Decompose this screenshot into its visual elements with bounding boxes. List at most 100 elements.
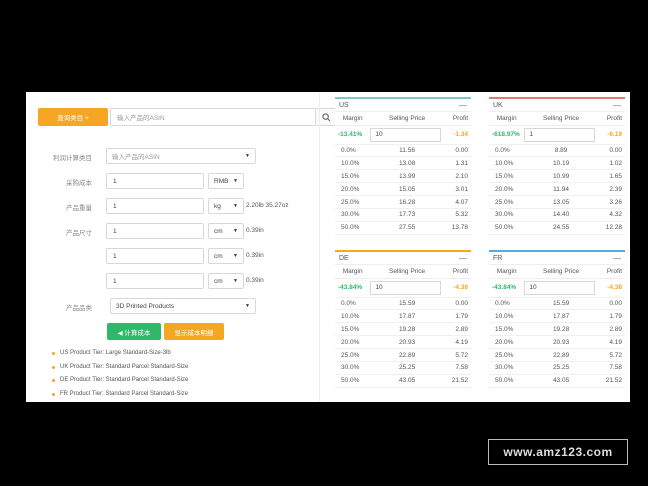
weight-input[interactable]: 1 xyxy=(106,198,204,214)
column-divider xyxy=(319,92,320,402)
table-row: 10.0% 10.19 1.02 xyxy=(489,156,625,171)
input-row: -13.41% 10 -1.34 xyxy=(335,125,471,145)
chevron-down-icon: ▼ xyxy=(233,178,238,184)
type-select[interactable]: 3D Printed Products ▼ xyxy=(110,298,256,314)
price-input[interactable]: 10 xyxy=(524,280,595,295)
table-row: 30.0% 17.73 5.32 xyxy=(335,208,471,222)
input-row: -618.97% 1 -6.19 xyxy=(489,125,625,145)
weight-unit-select[interactable]: kg ▼ xyxy=(208,198,244,214)
price-cell: 15.05 xyxy=(370,182,444,197)
collapse-icon[interactable]: — xyxy=(459,101,467,110)
table-row: 10.0% 17.87 1.79 xyxy=(335,309,471,324)
price-cell: 11.94 xyxy=(524,182,598,197)
price-header: Selling Price xyxy=(370,265,444,279)
table-row: 0.0% 15.59 0.00 xyxy=(489,297,625,311)
price-cell: 22.89 xyxy=(524,348,598,362)
margin-cell: 15.0% xyxy=(335,169,371,184)
price-cell: 22.89 xyxy=(370,348,444,362)
margin-cell: 25.0% xyxy=(489,195,525,209)
price-cell: 11.56 xyxy=(370,144,444,158)
margin-cell: 50.0% xyxy=(335,374,371,388)
height-unit-select[interactable]: cm ▼ xyxy=(208,273,244,289)
profit-table: Margin Selling Price Profit -13.41% 10 -… xyxy=(335,112,471,235)
margin-cell: 10.0% xyxy=(335,156,371,171)
length-input[interactable]: 1 xyxy=(106,223,204,239)
card-header: UK — xyxy=(489,99,625,112)
price-input[interactable]: 10 xyxy=(370,127,441,142)
table-row: 50.0% 43.05 21.52 xyxy=(489,374,625,388)
input-margin: -43.84% xyxy=(489,278,525,298)
chevron-down-icon: ▼ xyxy=(233,253,238,259)
input-profit: -4.38 xyxy=(443,278,471,298)
table-row: 50.0% 24.55 12.28 xyxy=(489,221,625,235)
margin-cell: 15.0% xyxy=(335,322,371,337)
table-row: 15.0% 10.99 1.65 xyxy=(489,169,625,184)
price-input[interactable]: 10 xyxy=(370,280,441,295)
show-detail-button[interactable]: 显示成本明细 xyxy=(164,323,224,340)
price-header: Selling Price xyxy=(524,112,598,126)
table-row: 20.0% 11.94 2.39 xyxy=(489,182,625,197)
margin-header: Margin xyxy=(489,265,525,279)
input-row: -43.84% 10 -4.38 xyxy=(489,278,625,298)
price-input[interactable]: 1 xyxy=(524,127,595,142)
table-row: 15.0% 13.99 2.10 xyxy=(335,169,471,184)
profit-cell: 1.02 xyxy=(597,156,625,171)
cost-unit: RMB xyxy=(214,177,229,185)
collapse-icon[interactable]: — xyxy=(459,254,467,263)
input-row: -43.84% 10 -4.38 xyxy=(335,278,471,298)
price-cell: 19.28 xyxy=(370,322,444,337)
price-cell: 25.25 xyxy=(524,361,598,375)
width-unit-select[interactable]: cm ▼ xyxy=(208,248,244,264)
cost-unit-select[interactable]: RMB ▼ xyxy=(208,173,244,189)
profit-cell: 21.52 xyxy=(597,374,625,388)
cost-input[interactable]: 1 xyxy=(106,173,204,189)
price-header: Selling Price xyxy=(524,265,598,279)
profit-cell: 5.72 xyxy=(597,348,625,362)
table-row: 0.0% 15.59 0.00 xyxy=(335,297,471,311)
table-row: 20.0% 20.93 4.19 xyxy=(489,335,625,350)
query-category-button[interactable]: 查询类目 + xyxy=(38,108,108,126)
table-row: 25.0% 22.89 5.72 xyxy=(489,348,625,362)
collapse-icon[interactable]: — xyxy=(613,101,621,110)
asin-search-input[interactable]: 输入产品的ASIN xyxy=(110,108,316,126)
type-value: 3D Printed Products xyxy=(116,302,175,310)
height-input[interactable]: 1 xyxy=(106,273,204,289)
margin-cell: 0.0% xyxy=(489,144,525,158)
chevron-down-icon: ▼ xyxy=(245,303,250,309)
price-cell: 16.28 xyxy=(370,195,444,209)
margin-cell: 50.0% xyxy=(335,221,371,235)
category-select[interactable]: 输入产品的ASIN ▼ xyxy=(106,148,256,164)
table-row: 15.0% 19.28 2.89 xyxy=(335,322,471,337)
profit-cell: 1.79 xyxy=(597,309,625,324)
width-input[interactable]: 1 xyxy=(106,248,204,264)
price-cell: 17.73 xyxy=(370,208,444,222)
collapse-icon[interactable]: — xyxy=(613,254,621,263)
input-margin: -43.84% xyxy=(335,278,371,298)
market-card-de: DE — Margin Selling Price Profit -43.84%… xyxy=(335,250,471,398)
calculate-button[interactable]: ◀ 计算成本 xyxy=(107,323,161,340)
table-row: 25.0% 16.28 4.07 xyxy=(335,195,471,209)
price-cell: 20.93 xyxy=(524,335,598,350)
profit-cell: 0.00 xyxy=(597,297,625,311)
length-conversion: 0.39in xyxy=(246,227,264,234)
card-header: FR — xyxy=(489,252,625,265)
profit-cell: 1.79 xyxy=(443,309,471,324)
card-header: US — xyxy=(335,99,471,112)
margin-cell: 0.0% xyxy=(335,144,371,158)
profit-header: Profit xyxy=(597,112,625,126)
watermark: www.amz123.com xyxy=(488,439,628,465)
category-placeholder: 输入产品的ASIN xyxy=(112,154,160,161)
height-unit: cm xyxy=(214,277,223,285)
profit-cell: 2.89 xyxy=(443,322,471,337)
profit-cell: 0.00 xyxy=(443,297,471,311)
profit-table: Margin Selling Price Profit -618.97% 1 -… xyxy=(489,112,625,235)
tier-item-us: US Product Tier: Large Standard-Size-3lb xyxy=(52,350,188,364)
table-header: Margin Selling Price Profit xyxy=(489,265,625,279)
price-cell: 15.59 xyxy=(370,297,444,311)
profit-cell: 21.52 xyxy=(443,374,471,388)
table-row: 10.0% 17.87 1.79 xyxy=(489,309,625,324)
price-cell: 27.55 xyxy=(370,221,444,235)
length-unit-select[interactable]: cm ▼ xyxy=(208,223,244,239)
width-unit: cm xyxy=(214,252,223,260)
margin-cell: 50.0% xyxy=(489,221,525,235)
